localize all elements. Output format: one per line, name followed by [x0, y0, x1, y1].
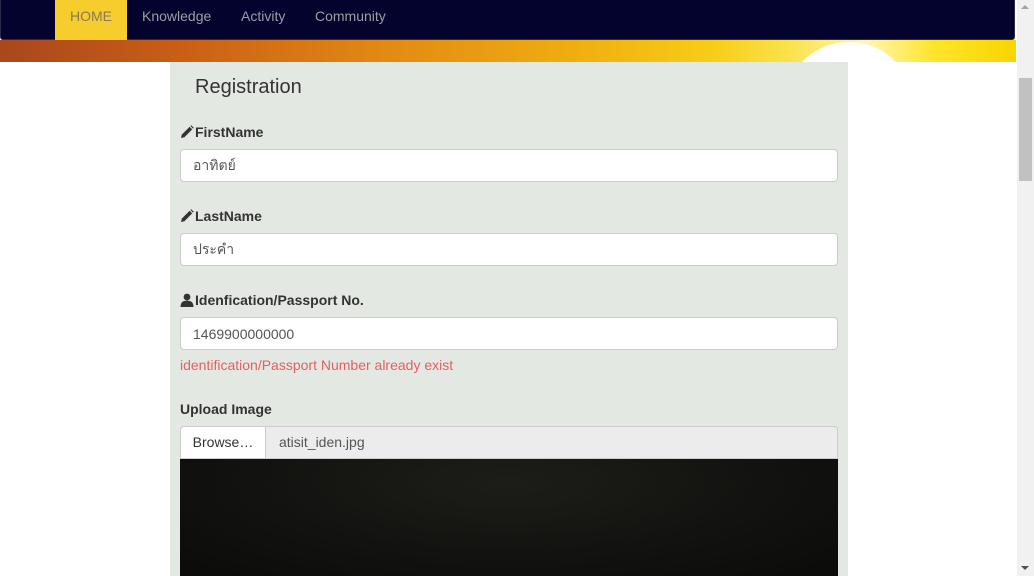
nav-activity[interactable]: Activity: [241, 0, 285, 40]
id-number-input[interactable]: [180, 317, 838, 350]
nav-community[interactable]: Community: [315, 0, 386, 40]
user-icon: [180, 293, 194, 307]
id-number-label-text: Idenfication/Passport No.: [195, 292, 364, 308]
page-scrollbar[interactable]: [1017, 0, 1034, 576]
top-navbar: HOME Knowledge Activity Community: [0, 0, 1015, 40]
scroll-thumb[interactable]: [1019, 78, 1032, 181]
scroll-down-icon[interactable]: [1021, 566, 1029, 570]
pencil-icon: [181, 209, 194, 222]
id-number-label: Idenfication/Passport No.: [180, 292, 364, 308]
upload-image-label: Upload Image: [180, 401, 272, 417]
registration-panel: Registration FirstName LastName Idenfica…: [170, 62, 848, 576]
first-name-label-text: FirstName: [195, 124, 264, 140]
file-upload-field[interactable]: Browse… atisit_iden.jpg: [180, 426, 838, 459]
image-preview: [180, 459, 838, 576]
last-name-input[interactable]: [180, 233, 838, 266]
last-name-label: LastName: [180, 208, 262, 224]
first-name-input[interactable]: [180, 149, 838, 182]
scroll-up-icon[interactable]: [1021, 5, 1029, 9]
nav-knowledge[interactable]: Knowledge: [142, 0, 211, 40]
browse-button[interactable]: Browse…: [181, 427, 266, 458]
banner-sun-graphic: [786, 42, 912, 62]
selected-file-name: atisit_iden.jpg: [279, 434, 365, 450]
nav-home[interactable]: HOME: [55, 0, 127, 40]
header-banner: [0, 40, 1016, 62]
page-title: Registration: [195, 76, 302, 98]
pencil-icon: [181, 125, 194, 138]
id-number-error: identification/Passport Number already e…: [180, 357, 454, 373]
first-name-label: FirstName: [180, 124, 263, 140]
last-name-label-text: LastName: [195, 208, 262, 224]
